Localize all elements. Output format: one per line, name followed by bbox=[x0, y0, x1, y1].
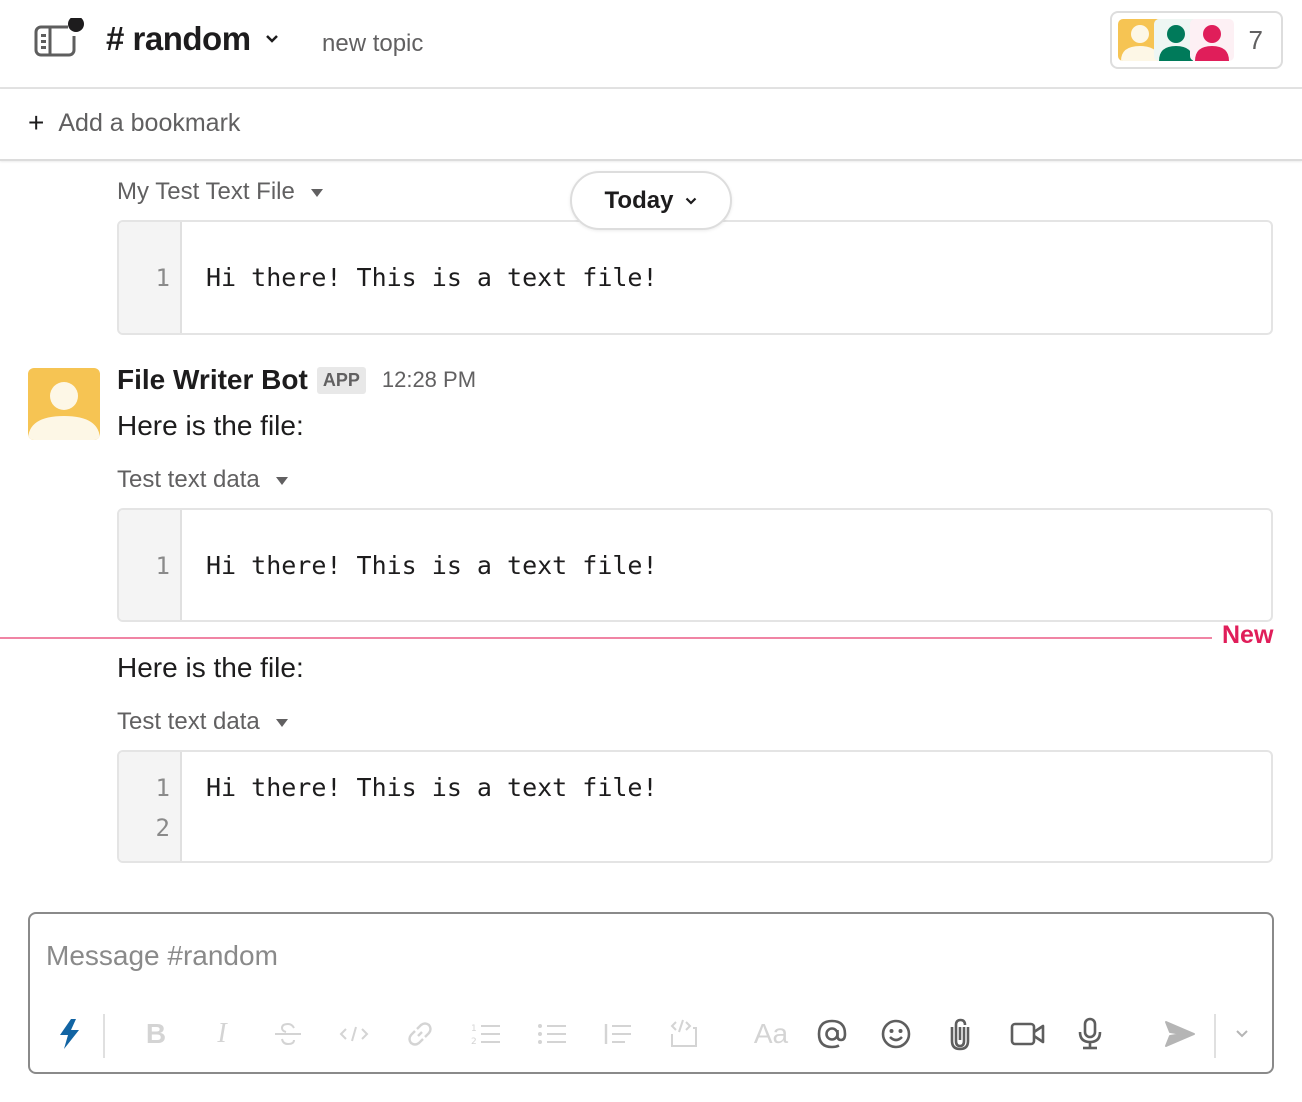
member-count: 7 bbox=[1248, 25, 1263, 55]
line-number: 1 bbox=[155, 774, 170, 802]
file-title-dropdown[interactable]: My Test Text File bbox=[117, 178, 323, 206]
member-avatar bbox=[1190, 19, 1234, 61]
file-title: Test text data bbox=[117, 466, 260, 493]
at-mention-icon bbox=[817, 1019, 847, 1049]
svg-text:1: 1 bbox=[471, 1024, 477, 1034]
message-input[interactable] bbox=[46, 934, 1246, 978]
toolbar-divider bbox=[103, 1014, 105, 1058]
file-content: Hi there! This is a text file! bbox=[182, 752, 1271, 861]
add-bookmark-button[interactable]: + Add a bookmark bbox=[28, 107, 240, 139]
composer-toolbar: B I 1 2 Aa bbox=[30, 1010, 1272, 1060]
attach-button[interactable] bbox=[940, 1014, 980, 1054]
sidebar-toggle-icon bbox=[34, 16, 84, 57]
bookmark-bar: + Add a bookmark bbox=[0, 89, 1302, 161]
send-button[interactable] bbox=[1160, 1014, 1200, 1054]
code-block-button[interactable] bbox=[664, 1014, 704, 1054]
date-label: Today bbox=[604, 186, 674, 214]
file-content: Hi there! This is a text file! bbox=[182, 510, 1271, 620]
strikethrough-icon bbox=[275, 1022, 301, 1046]
new-messages-divider bbox=[0, 637, 1212, 639]
line-numbers: 1 bbox=[119, 510, 182, 620]
smiley-icon bbox=[881, 1019, 911, 1049]
file-title-dropdown[interactable]: Test text data bbox=[117, 466, 288, 494]
channel-header: # random new topic 7 bbox=[0, 0, 1302, 89]
members-button[interactable]: 7 bbox=[1110, 11, 1283, 69]
formatting-toggle-button[interactable]: Aa bbox=[748, 1014, 794, 1054]
audio-clip-button[interactable] bbox=[1070, 1014, 1110, 1054]
chevron-down-icon bbox=[686, 197, 697, 205]
file-title: My Test Text File bbox=[117, 178, 295, 205]
caret-down-icon bbox=[275, 477, 288, 485]
strikethrough-button[interactable] bbox=[268, 1014, 308, 1054]
caret-down-icon bbox=[310, 189, 323, 197]
chevron-down-icon bbox=[1236, 1030, 1248, 1038]
blockquote-button[interactable] bbox=[598, 1014, 638, 1054]
bulleted-list-icon bbox=[538, 1024, 566, 1044]
bold-icon: B bbox=[145, 1018, 167, 1049]
line-number: 1 bbox=[155, 552, 170, 580]
line-number: 1 bbox=[155, 264, 170, 292]
paperclip-icon bbox=[950, 1018, 970, 1051]
video-clip-button[interactable] bbox=[1006, 1014, 1050, 1054]
code-line: Hi there! This is a text file! bbox=[206, 551, 658, 580]
code-line: Hi there! This is a text file! bbox=[206, 773, 658, 802]
microphone-icon bbox=[1078, 1017, 1102, 1050]
shortcuts-button[interactable] bbox=[50, 1014, 90, 1054]
bot-avatar[interactable] bbox=[28, 368, 100, 440]
mention-button[interactable] bbox=[812, 1014, 852, 1054]
link-icon bbox=[408, 1022, 432, 1046]
numbered-list-icon: 1 2 bbox=[471, 1024, 500, 1047]
user-icon bbox=[28, 382, 100, 440]
code-line: Hi there! This is a text file! bbox=[206, 263, 658, 292]
user-icon bbox=[1195, 25, 1229, 61]
channel-name: # random bbox=[106, 20, 251, 57]
app-badge: APP bbox=[316, 366, 366, 394]
bulleted-list-button[interactable] bbox=[532, 1014, 572, 1054]
line-numbers: 1 2 bbox=[119, 752, 182, 861]
file-content: Hi there! This is a text file! bbox=[182, 222, 1271, 333]
code-icon bbox=[339, 1026, 369, 1042]
message-text: Here is the file: bbox=[117, 410, 304, 441]
channel-topic[interactable]: new topic bbox=[322, 30, 423, 58]
format-icon: Aa bbox=[753, 1018, 789, 1049]
message-composer: B I 1 bbox=[28, 912, 1274, 1074]
chevron-down-icon bbox=[265, 35, 278, 43]
file-preview[interactable]: 1 2 Hi there! This is a text file! bbox=[117, 750, 1273, 863]
send-options-button[interactable] bbox=[1222, 1014, 1262, 1054]
code-block-icon bbox=[670, 1019, 697, 1047]
message-header: File Writer Bot APP 12:28 PM bbox=[117, 364, 476, 396]
code-button[interactable] bbox=[334, 1014, 374, 1054]
channel-name-button[interactable]: # random bbox=[106, 20, 279, 58]
svg-text:2: 2 bbox=[471, 1037, 477, 1047]
emoji-button[interactable] bbox=[876, 1014, 916, 1054]
blockquote-icon bbox=[604, 1024, 631, 1044]
file-title: Test text data bbox=[117, 708, 260, 735]
sender-name[interactable]: File Writer Bot bbox=[117, 364, 308, 396]
file-preview[interactable]: 1 Hi there! This is a text file! bbox=[117, 508, 1273, 622]
toolbar-divider bbox=[1214, 1014, 1216, 1058]
caret-down-icon bbox=[275, 719, 288, 727]
video-camera-icon bbox=[1010, 1022, 1045, 1046]
italic-button[interactable]: I bbox=[202, 1014, 242, 1054]
new-messages-label: New bbox=[1222, 621, 1274, 649]
date-divider-button[interactable]: Today bbox=[570, 171, 732, 230]
lightning-icon bbox=[60, 1019, 79, 1049]
file-preview[interactable]: 1 Hi there! This is a text file! bbox=[117, 220, 1273, 335]
sidebar-toggle-button[interactable] bbox=[34, 16, 86, 60]
message-text: Here is the file: bbox=[117, 652, 304, 683]
link-button[interactable] bbox=[400, 1014, 440, 1054]
add-bookmark-label: Add a bookmark bbox=[58, 108, 241, 137]
line-number: 2 bbox=[155, 814, 170, 842]
bold-button[interactable]: B bbox=[136, 1014, 176, 1054]
send-icon bbox=[1165, 1021, 1195, 1047]
plus-icon: + bbox=[28, 107, 45, 138]
italic-icon: I bbox=[217, 1018, 227, 1049]
file-title-dropdown[interactable]: Test text data bbox=[117, 708, 288, 736]
message-timestamp[interactable]: 12:28 PM bbox=[382, 367, 476, 393]
numbered-list-button[interactable]: 1 2 bbox=[466, 1014, 506, 1054]
line-numbers: 1 bbox=[119, 222, 182, 333]
